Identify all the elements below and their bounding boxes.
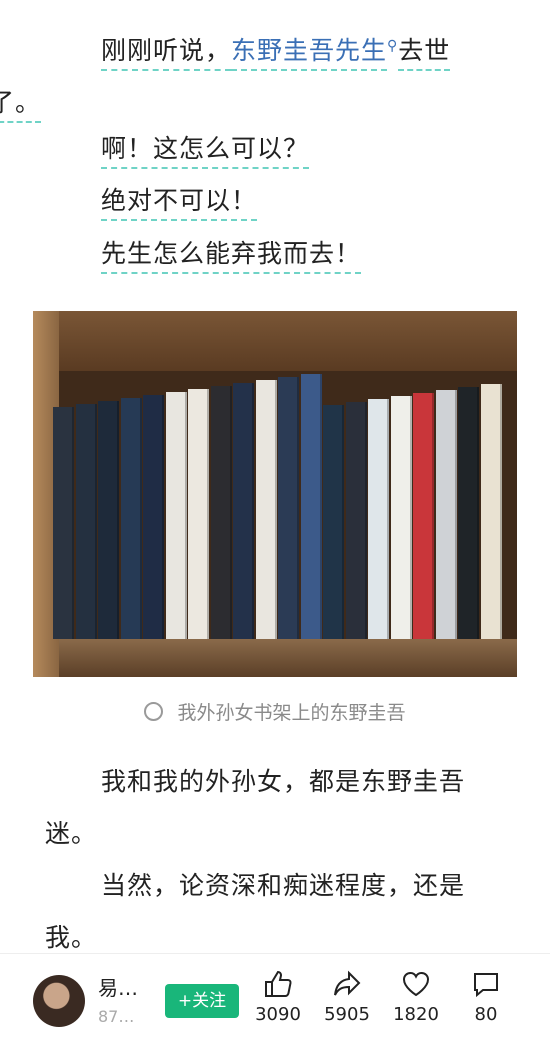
like-button[interactable]: 3090: [243, 968, 313, 1025]
paragraph-2-text: 啊！这怎么可以？: [101, 134, 310, 169]
like-count: 3090: [255, 1004, 301, 1025]
username[interactable]: 易…: [98, 972, 138, 1001]
bottom-action-bar: 易… 87… +关注 3090 5905 1820 80: [0, 953, 550, 1048]
book-spine: [75, 404, 97, 639]
book-spine: [413, 393, 434, 639]
thumbs-up-icon: [265, 970, 292, 997]
comment-icon: [474, 973, 498, 998]
book-spine: [480, 384, 502, 639]
follow-button[interactable]: +关注: [165, 984, 239, 1018]
paragraph-3: 绝对不可以！: [45, 175, 515, 227]
paragraph-1: 刚刚听说，东野圭吾先生⚲去世 了。: [0, 20, 515, 129]
favorite-button[interactable]: 1820: [381, 968, 451, 1025]
paragraph-4: 先生怎么能弃我而去！: [45, 228, 515, 280]
paragraph-2: 啊！这怎么可以？: [45, 123, 515, 175]
user-meta: 87…: [98, 1007, 135, 1026]
paragraph-1-text: 刚刚听说，: [101, 36, 232, 72]
paragraph-1-end: 了。: [0, 88, 42, 124]
paragraph-1-suffix: 去世: [398, 36, 451, 72]
book-spine: [120, 398, 142, 639]
paragraph-5-text: 我和我的外孙女，都是东野圭吾: [101, 767, 466, 796]
book-spine: [53, 407, 74, 639]
paragraph-5: 我和我的外孙女，都是东野圭吾 迷。: [45, 756, 515, 860]
book-spine: [390, 396, 412, 639]
book-spine: [143, 395, 164, 639]
book-spine: [255, 380, 277, 639]
bookshelf-photo[interactable]: [33, 311, 517, 677]
heart-icon: [402, 971, 430, 997]
book-spine: [210, 386, 232, 639]
paragraph-5-end: 迷。: [45, 819, 98, 848]
book-spine: [233, 383, 254, 639]
shelf-top: [33, 311, 517, 371]
paragraph-4-text: 先生怎么能弃我而去！: [101, 239, 362, 274]
book-spine: [300, 374, 322, 639]
book-spine: [345, 402, 367, 639]
share-button[interactable]: 5905: [312, 968, 382, 1025]
caption-circle-icon: [144, 702, 164, 721]
paragraph-3-text: 绝对不可以！: [101, 186, 258, 221]
avatar[interactable]: [33, 975, 85, 1027]
comment-button[interactable]: 80: [451, 968, 521, 1025]
share-count: 5905: [324, 1004, 370, 1025]
book-spine: [368, 399, 389, 639]
paragraph-6: 当然，论资深和痴迷程度，还是 我。: [45, 860, 515, 964]
share-icon: [334, 970, 361, 996]
book-spine: [435, 390, 457, 639]
author-link[interactable]: 东野圭吾先生: [231, 36, 388, 72]
image-caption: 我外孙女书架上的东野圭吾: [0, 698, 550, 725]
shelf-bottom: [33, 639, 517, 677]
comment-count: 80: [474, 1004, 498, 1025]
book-spine: [98, 401, 119, 639]
paragraph-6-end: 我。: [45, 923, 98, 952]
book-spine: [278, 377, 299, 639]
search-icon[interactable]: ⚲: [387, 38, 398, 54]
paragraph-6-text: 当然，论资深和痴迷程度，还是: [101, 871, 466, 900]
book-spine: [165, 392, 187, 639]
favorite-count: 1820: [393, 1004, 439, 1025]
book-spine: [323, 405, 344, 639]
book-spine: [188, 389, 209, 639]
caption-text: 我外孙女书架上的东野圭吾: [177, 702, 406, 724]
book-spine: [458, 387, 479, 639]
